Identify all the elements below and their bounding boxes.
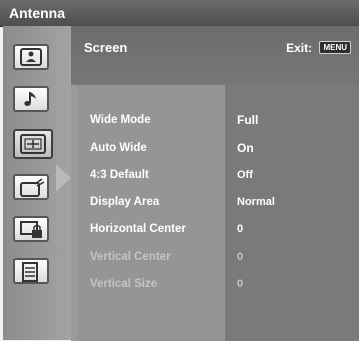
setting-row-auto-wide[interactable]: Auto Wide On xyxy=(77,139,359,163)
setting-label: Vertical Center xyxy=(90,251,171,263)
picture-icon xyxy=(20,48,42,66)
setting-value: Off xyxy=(237,169,253,181)
setting-row-wide-mode[interactable]: Wide Mode Full xyxy=(77,111,359,135)
sidebar-item-settings[interactable] xyxy=(13,258,49,284)
menu-key-badge: MENU xyxy=(319,41,351,55)
panel-header: Screen Exit: MENU xyxy=(71,26,359,85)
category-sidebar xyxy=(3,26,71,340)
setting-row-vertical-size: Vertical Size 0 xyxy=(77,275,359,299)
setting-row-display-area[interactable]: Display Area Normal xyxy=(77,193,359,217)
sidebar-item-sound[interactable] xyxy=(13,86,49,112)
setting-value: On xyxy=(237,141,254,155)
top-bar: Antenna xyxy=(0,0,359,27)
sidebar-item-setup[interactable] xyxy=(13,174,49,200)
setting-value: 0 xyxy=(237,251,244,263)
setting-label: Wide Mode xyxy=(90,114,151,126)
setting-value: 0 xyxy=(237,278,244,290)
parental-lock-icon xyxy=(20,221,42,238)
sidebar-item-screen[interactable] xyxy=(13,129,53,159)
music-note-icon xyxy=(24,92,36,106)
screen-icon xyxy=(20,134,46,154)
setting-label: Display Area xyxy=(90,196,160,208)
setup-icon xyxy=(20,178,45,197)
sidebar-item-picture[interactable] xyxy=(13,44,49,70)
setting-row-43-default[interactable]: 4:3 Default Off xyxy=(77,166,359,190)
setting-label: Horizontal Center xyxy=(90,223,186,235)
setting-value: Full xyxy=(237,113,259,127)
setting-label: Vertical Size xyxy=(90,278,158,290)
screen-settings-panel: Screen Exit: MENU Wide Mode Full Auto Wi… xyxy=(71,26,359,341)
setting-label: Auto Wide xyxy=(90,142,147,154)
setting-label: 4:3 Default xyxy=(90,169,149,181)
exit-hint: Exit: MENU xyxy=(286,40,351,55)
sidebar-item-parental-lock[interactable] xyxy=(13,216,49,242)
setting-row-horizontal-center[interactable]: Horizontal Center 0 xyxy=(77,220,359,244)
settings-list-icon xyxy=(22,262,38,282)
input-source-title: Antenna xyxy=(9,5,65,21)
setting-value: 0 xyxy=(237,223,244,235)
setting-value: Normal xyxy=(237,196,275,208)
setting-row-vertical-center: Vertical Center 0 xyxy=(77,248,359,272)
page-title: Screen xyxy=(84,40,128,55)
selection-pointer xyxy=(56,164,71,192)
settings-list: Wide Mode Full Auto Wide On 4:3 Default … xyxy=(77,85,359,341)
exit-label: Exit: xyxy=(286,40,313,55)
tv-menu-screen: Antenna Screen Exit: MENU Wide Mode Full… xyxy=(0,0,359,341)
